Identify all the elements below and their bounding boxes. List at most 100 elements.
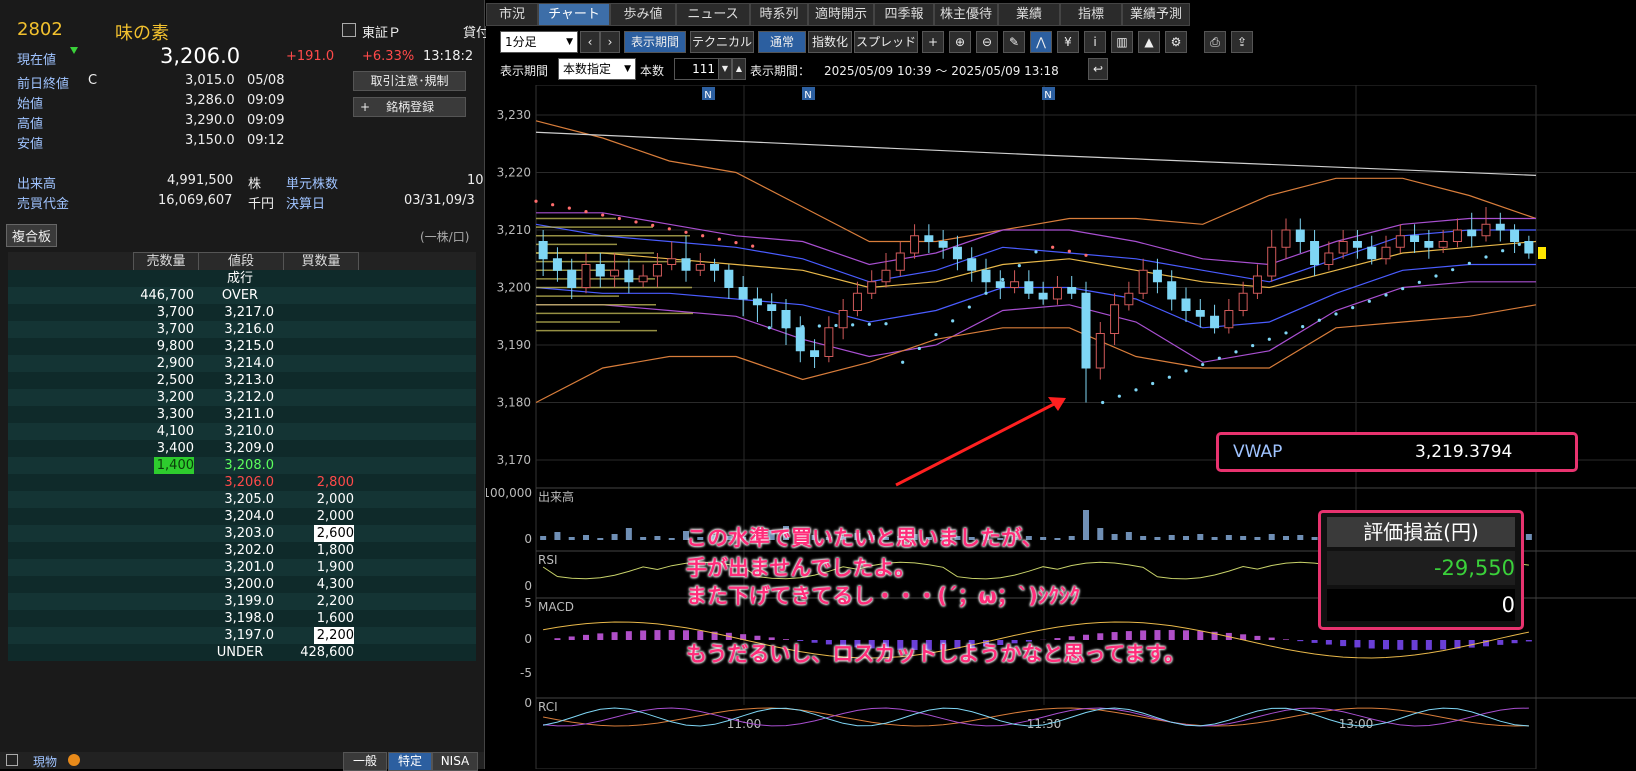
count-down-icon[interactable]: ▼ xyxy=(718,58,732,80)
normal-button[interactable]: 通常 xyxy=(758,31,806,53)
tab-8[interactable]: 業績 xyxy=(998,3,1060,26)
price-level[interactable]: 3,201.0 xyxy=(198,559,282,576)
memo-icon[interactable] xyxy=(342,23,356,37)
tab-2[interactable]: 歩み値 xyxy=(610,3,676,26)
sell-qty[interactable]: 446,700 xyxy=(118,287,194,304)
tab-6[interactable]: 四季報 xyxy=(874,3,934,26)
price-level[interactable]: 3,199.0 xyxy=(198,593,282,610)
sell-qty[interactable]: 3,700 xyxy=(118,321,194,338)
tab-0[interactable]: 市況 xyxy=(486,3,538,26)
plus-icon[interactable]: + xyxy=(922,31,944,53)
orderbook-row[interactable]: 3,4003,209.0 xyxy=(8,440,476,457)
buy-qty[interactable]: 1,800 xyxy=(278,542,354,559)
orderbook-row[interactable]: 3,202.01,800 xyxy=(8,542,476,559)
account-tab-2[interactable]: NISA xyxy=(432,752,478,771)
tab-10[interactable]: 業績予測 xyxy=(1122,3,1190,26)
buy-qty[interactable]: 2,800 xyxy=(278,474,354,491)
period-button[interactable]: 表示期間 xyxy=(624,31,686,53)
price-level[interactable]: 3,200.0 xyxy=(198,576,282,593)
info-icon[interactable]: i xyxy=(1084,31,1106,53)
sell-qty[interactable]: 2,500 xyxy=(118,372,194,389)
price-level[interactable]: UNDER xyxy=(198,644,282,661)
tab-9[interactable]: 指標 xyxy=(1060,3,1122,26)
price-level[interactable]: 3,213.0 xyxy=(198,372,282,389)
orderbook-row[interactable]: 3,200.04,300 xyxy=(8,576,476,593)
sell-qty[interactable]: 3,700 xyxy=(118,304,194,321)
orderbook-row[interactable]: 3,7003,216.0 xyxy=(8,321,476,338)
panel-icon[interactable] xyxy=(6,754,18,766)
orderbook-row[interactable]: 3,2003,212.0 xyxy=(8,389,476,406)
account-tab-0[interactable]: 一般 xyxy=(343,752,387,771)
orderbook-row[interactable]: 2,5003,213.0 xyxy=(8,372,476,389)
orderbook-row[interactable]: 3,204.02,000 xyxy=(8,508,476,525)
volume-bar-icon[interactable]: ▥ xyxy=(1111,31,1133,53)
orderbook-row[interactable]: 9,8003,215.0 xyxy=(8,338,476,355)
orderbook-row[interactable]: 成行 xyxy=(8,270,476,287)
zoom-out-icon[interactable]: ⊖ xyxy=(976,31,998,53)
price-level[interactable]: 3,216.0 xyxy=(198,321,282,338)
price-level[interactable]: 3,206.0 xyxy=(198,474,282,491)
prev-button[interactable]: ‹ xyxy=(580,31,600,53)
price-level[interactable]: 3,212.0 xyxy=(198,389,282,406)
sell-qty[interactable]: 3,400 xyxy=(118,440,194,457)
tab-1[interactable]: チャート xyxy=(538,3,610,26)
zoom-in-icon[interactable]: ⊕ xyxy=(949,31,971,53)
yen-icon[interactable]: ¥ xyxy=(1057,31,1079,53)
next-button[interactable]: › xyxy=(600,31,620,53)
orderbook-row[interactable]: 3,203.0 2,600 xyxy=(8,525,476,542)
tab-3[interactable]: ニュース xyxy=(676,3,750,26)
price-level[interactable]: 成行 xyxy=(198,270,282,287)
tab-5[interactable]: 適時開示 xyxy=(808,3,874,26)
register-button[interactable]: +銘柄登録 xyxy=(353,97,466,117)
orderbook-row[interactable]: 1,4003,208.0 xyxy=(8,457,476,474)
pen-icon[interactable]: ✎ xyxy=(1003,31,1025,53)
orderbook-row[interactable]: 3,3003,211.0 xyxy=(8,406,476,423)
orderbook-row[interactable]: 4,1003,210.0 xyxy=(8,423,476,440)
orderbook-row[interactable]: 3,197.02,200 xyxy=(8,627,476,644)
orderbook-tab[interactable]: 複合板 xyxy=(6,224,57,247)
count-input[interactable]: 111 xyxy=(674,58,720,80)
buy-qty[interactable]: 2,000 xyxy=(278,508,354,525)
index-button[interactable]: 指数化 xyxy=(808,31,852,53)
buy-qty[interactable]: 1,900 xyxy=(278,559,354,576)
tab-4[interactable]: 時系列 xyxy=(750,3,808,26)
price-level[interactable]: 3,211.0 xyxy=(198,406,282,423)
line-chart-icon[interactable]: ⋀ xyxy=(1030,31,1052,53)
price-level[interactable]: 3,202.0 xyxy=(198,542,282,559)
sell-qty[interactable]: 9,800 xyxy=(118,338,194,355)
count-up-icon[interactable]: ▲ xyxy=(732,58,746,80)
account-tab-1[interactable]: 特定 xyxy=(388,752,432,771)
orderbook-row[interactable]: 3,199.02,200 xyxy=(8,593,476,610)
restriction-button[interactable]: 取引注意･規制 xyxy=(353,71,466,91)
buy-qty[interactable]: 2,600 xyxy=(314,525,354,542)
price-level[interactable]: 3,217.0 xyxy=(198,304,282,321)
buy-qty[interactable]: 428,600 xyxy=(278,644,354,661)
tab-7[interactable]: 株主優待 xyxy=(934,3,998,26)
price-level[interactable]: 3,205.0 xyxy=(198,491,282,508)
orderbook-row[interactable]: 3,7003,217.0 xyxy=(8,304,476,321)
wrench-icon[interactable]: ⚙ xyxy=(1165,31,1187,53)
price-level[interactable]: 3,204.0 xyxy=(198,508,282,525)
reset-icon[interactable]: ↩ xyxy=(1088,58,1108,80)
price-level[interactable]: 3,198.0 xyxy=(198,610,282,627)
technical-button[interactable]: テクニカル xyxy=(690,31,754,53)
price-level[interactable]: 3,210.0 xyxy=(198,423,282,440)
orderbook-row[interactable]: 446,700OVER xyxy=(8,287,476,304)
price-level[interactable]: 3,215.0 xyxy=(198,338,282,355)
buy-qty[interactable]: 2,200 xyxy=(314,627,354,644)
price-level[interactable]: 3,203.0 xyxy=(198,525,282,542)
area-icon[interactable]: ▲ xyxy=(1138,31,1160,53)
price-level[interactable]: OVER xyxy=(198,287,282,304)
buy-qty[interactable]: 4,300 xyxy=(278,576,354,593)
sell-qty[interactable]: 1,400 xyxy=(154,457,194,474)
price-level[interactable]: 3,208.0 xyxy=(198,457,282,474)
sell-qty[interactable]: 4,100 xyxy=(118,423,194,440)
buy-qty[interactable]: 1,600 xyxy=(278,610,354,627)
price-level[interactable]: 3,209.0 xyxy=(198,440,282,457)
orderbook-row[interactable]: UNDER428,600 xyxy=(8,644,476,661)
export-icon[interactable]: ⇪ xyxy=(1231,31,1253,53)
orderbook-row[interactable]: 3,205.02,000 xyxy=(8,491,476,508)
price-level[interactable]: 3,214.0 xyxy=(198,355,282,372)
period-mode-select[interactable]: 本数指定▼ xyxy=(558,58,636,80)
buy-qty[interactable]: 2,000 xyxy=(278,491,354,508)
